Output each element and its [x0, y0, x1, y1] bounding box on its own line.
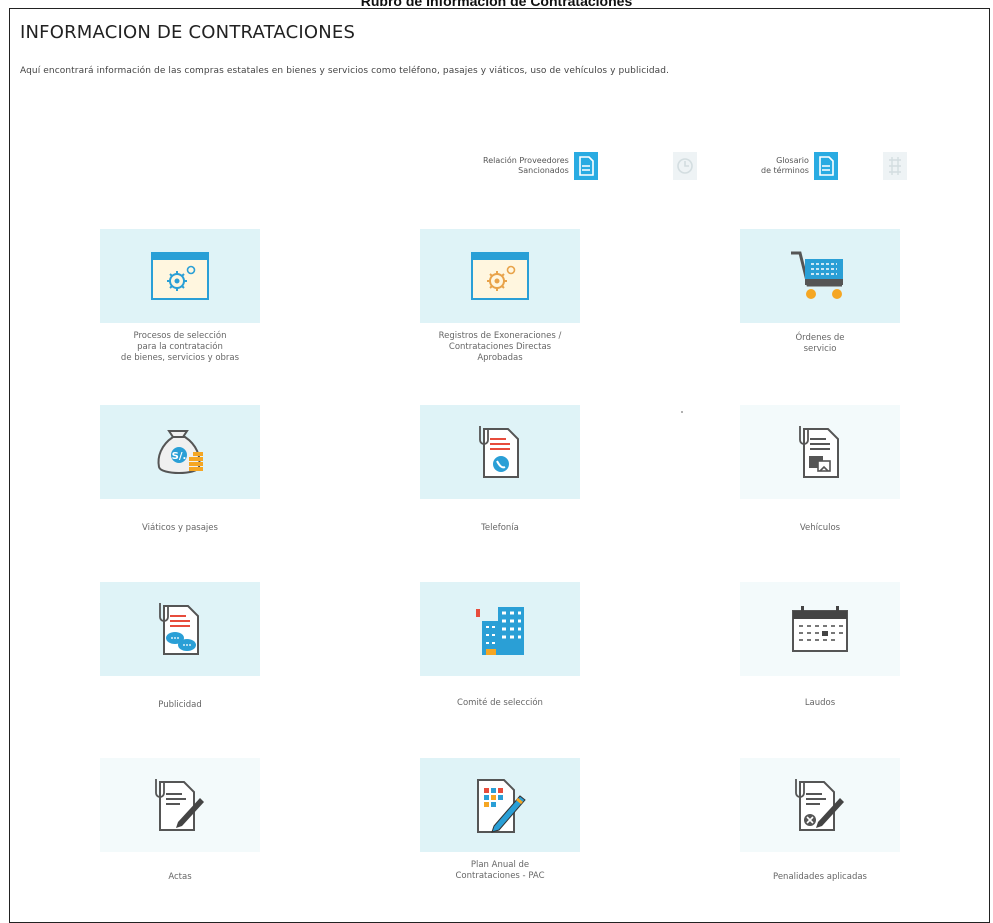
tile-label: Viáticos y pasajes [142, 523, 218, 533]
quick-link-clock[interactable] [668, 148, 698, 184]
penalty-document-icon [795, 779, 844, 831]
clock-icon [673, 152, 697, 180]
page-description: Aquí encontrará información de las compr… [20, 66, 670, 76]
tile-icon-box [420, 229, 580, 323]
tile-label: Comité de selección [457, 698, 543, 708]
tile-label: Laudos [804, 698, 836, 708]
gear-window-icon [471, 252, 529, 300]
tile-viaticos-pasajes[interactable]: S/. Viáticos y pasajes [100, 405, 260, 533]
shopping-cart-icon [791, 251, 843, 299]
vehicle-document-icon [799, 426, 839, 478]
tile-label: Vehículos [799, 523, 841, 533]
tile-icon-box [100, 758, 260, 852]
tile-icon-box [740, 582, 900, 676]
grid-icon [883, 152, 907, 180]
page-caption: Rubro de Información de Contrataciones [360, 0, 633, 9]
document-icon [813, 152, 838, 180]
svg-text:S/.: S/. [172, 451, 187, 462]
tile-label: Telefonía [481, 523, 519, 533]
tile-comite-seleccion[interactable]: Comité de selección [420, 582, 580, 708]
building-icon [476, 607, 524, 655]
tile-publicidad[interactable]: Publicidad [100, 582, 260, 710]
tile-icon-box [420, 582, 580, 676]
tile-icon-box [420, 405, 580, 499]
quick-link-proveedores-sancionados[interactable]: Relación Proveedores Sancionados [483, 148, 599, 184]
tile-icon-box [100, 229, 260, 323]
quick-link-label: Relación Proveedores Sancionados [483, 156, 569, 175]
quick-link-grid[interactable] [878, 148, 908, 184]
tile-procesos-seleccion[interactable]: Procesos de selección para la contratació… [100, 229, 260, 363]
tile-icon-box: S/. [100, 405, 260, 499]
tile-penalidades-aplicadas[interactable]: Penalidades aplicadas [740, 758, 900, 882]
tile-icon-box [740, 229, 900, 323]
tile-icon-box [100, 582, 260, 676]
plan-pen-icon [477, 779, 526, 833]
tile-icon-box [740, 758, 900, 852]
tile-label: Órdenes de servicio [795, 333, 845, 354]
tile-icon-box [420, 758, 580, 852]
tile-label: Procesos de selección para la contratació… [120, 331, 240, 363]
signed-document-icon [155, 779, 204, 831]
tile-laudos[interactable]: Laudos [740, 582, 900, 708]
tile-vehiculos[interactable]: Vehículos [740, 405, 900, 533]
page-title: INFORMACION DE CONTRATACIONES [20, 22, 356, 43]
tile-actas[interactable]: Actas [100, 758, 260, 882]
gear-window-icon [151, 252, 209, 300]
tile-plan-anual-contrataciones[interactable]: Plan Anual de Contrataciones - PAC [420, 758, 580, 881]
quick-link-label: Glosario de términos [761, 156, 809, 175]
tile-label: Penalidades aplicadas [773, 872, 867, 882]
quick-link-glosario[interactable]: Glosario de términos [761, 148, 839, 184]
phone-document-icon [479, 426, 519, 478]
calendar-icon [792, 606, 848, 652]
tile-telefonia[interactable]: Telefonía [420, 405, 580, 533]
document-icon [573, 152, 598, 180]
tile-label: Actas [168, 872, 192, 882]
stray-dot [681, 411, 683, 413]
tile-registros-exoneraciones[interactable]: Registros de Exoneraciones / Contratacion… [420, 229, 580, 363]
tile-ordenes-servicio[interactable]: Órdenes de servicio [740, 229, 900, 354]
tile-label: Registros de Exoneraciones / Contratacion… [438, 331, 562, 363]
tile-label: Publicidad [158, 700, 202, 710]
ad-document-icon [159, 603, 199, 655]
money-bag-icon: S/. [157, 430, 203, 474]
tile-label: Plan Anual de Contrataciones - PAC [455, 860, 545, 881]
tile-icon-box [740, 405, 900, 499]
